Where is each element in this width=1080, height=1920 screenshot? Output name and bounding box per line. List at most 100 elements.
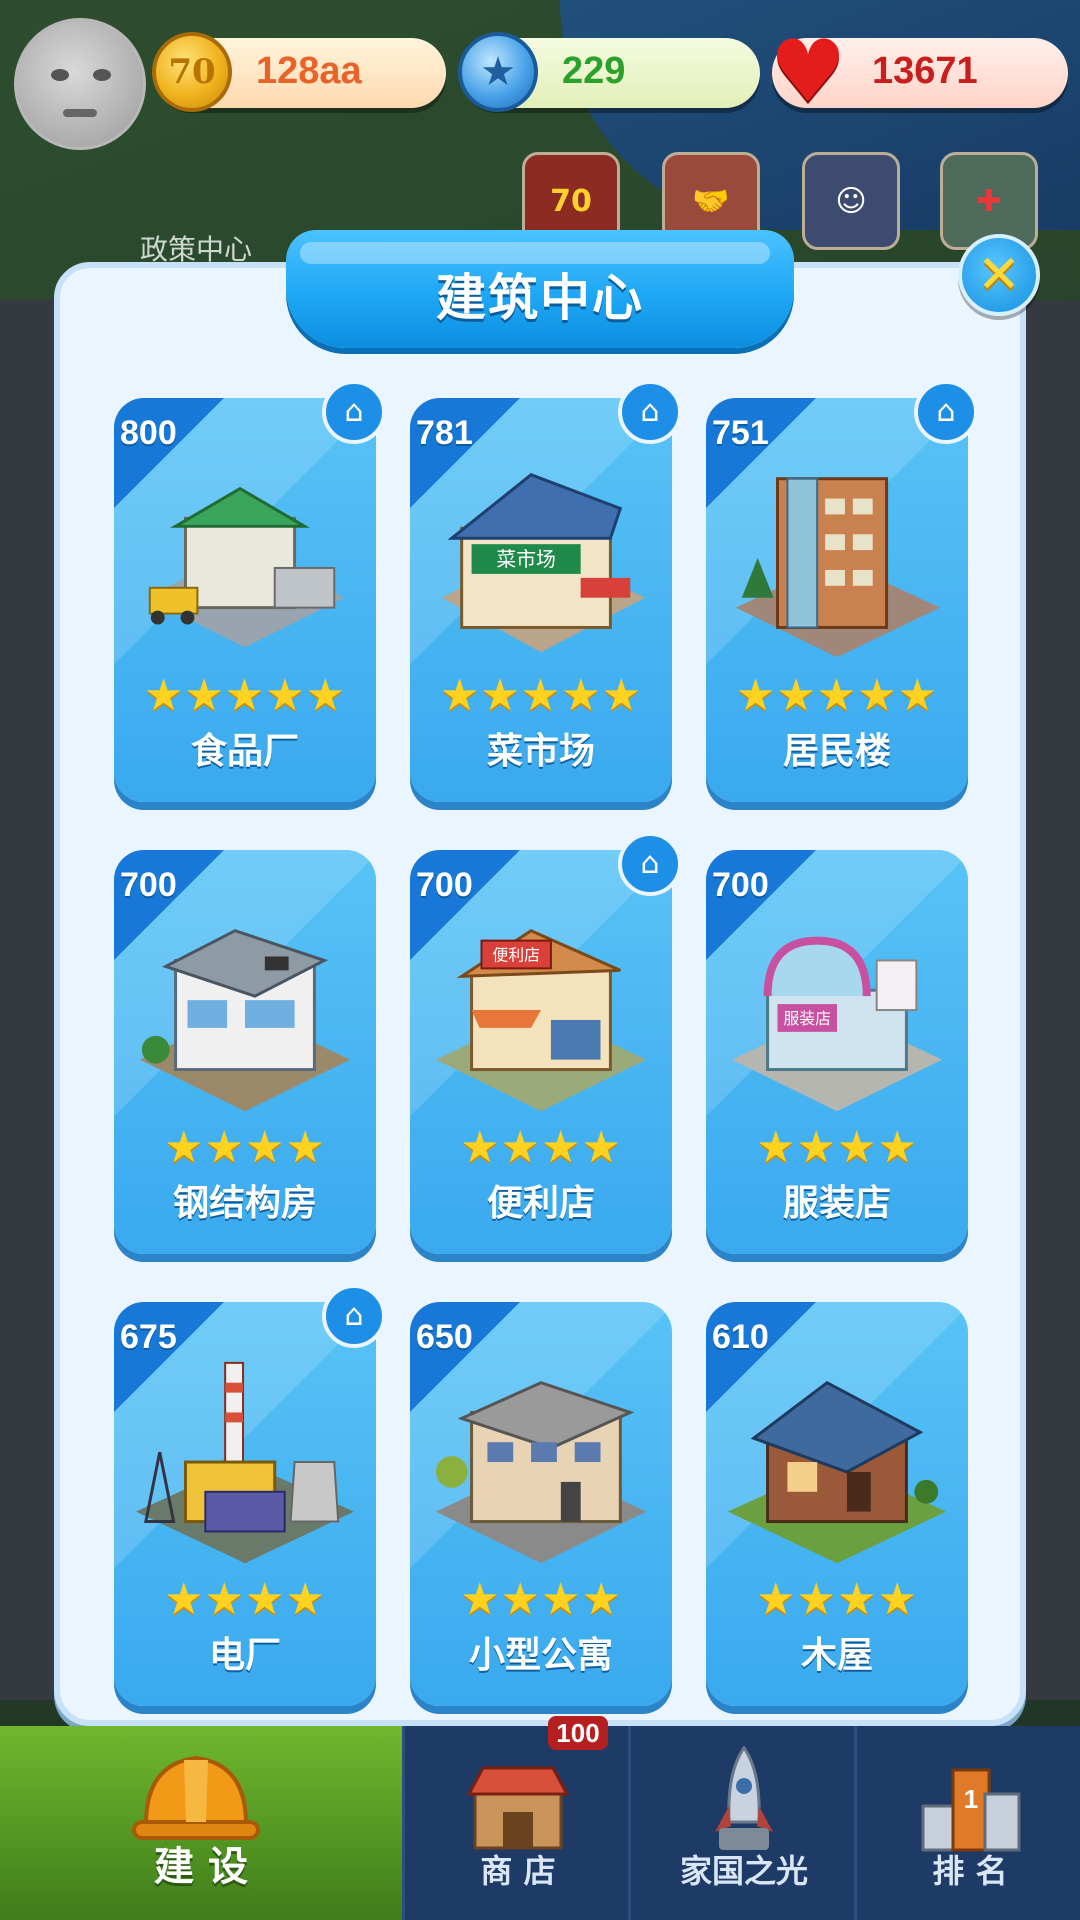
star-gem-icon: ★ bbox=[458, 32, 538, 112]
star-icon: ★ bbox=[796, 1122, 837, 1173]
building-name: 钢结构房 bbox=[172, 1183, 317, 1224]
close-icon: ✕ bbox=[977, 245, 1021, 305]
star-rating: ★★★★ bbox=[410, 1122, 672, 1173]
building-illustration bbox=[735, 477, 941, 658]
rocket-icon bbox=[715, 1745, 773, 1850]
svg-text:服装店: 服装店 bbox=[783, 1009, 831, 1028]
star-rating: ★★★★★ bbox=[410, 670, 672, 721]
building-illustration bbox=[435, 1381, 647, 1564]
star-icon: ★ bbox=[877, 1122, 918, 1173]
svg-text:便利店: 便利店 bbox=[492, 945, 540, 964]
star-rating: ★★★★ bbox=[114, 1122, 376, 1173]
star-icon: ★ bbox=[265, 670, 306, 721]
gem-counter[interactable]: ★ 229 bbox=[458, 32, 760, 112]
star-rating: ★★★★★ bbox=[114, 670, 376, 721]
star-icon: ★ bbox=[143, 670, 185, 721]
tab-national-glory-label: 家国之光 bbox=[679, 1852, 808, 1890]
star-icon: ★ bbox=[245, 1122, 286, 1173]
star-icon: ★ bbox=[816, 670, 858, 721]
building-name: 小型公寓 bbox=[468, 1635, 613, 1676]
building-card[interactable]: 700 服装店 ★★★★ 服装店 bbox=[706, 850, 968, 1254]
star-icon: ★ bbox=[184, 670, 225, 721]
star-icon: ★ bbox=[541, 1122, 582, 1173]
star-icon: ★ bbox=[776, 670, 817, 721]
building-card[interactable]: 800 ★★★★★ 食品厂 ⌂ bbox=[114, 380, 386, 802]
coin-icon: 70 bbox=[152, 32, 232, 112]
character-event-icon[interactable]: ☺ bbox=[802, 152, 900, 250]
star-icon: ★ bbox=[837, 1122, 878, 1173]
home-button[interactable]: ⌂ bbox=[322, 1284, 386, 1348]
shop-badge: 100 bbox=[548, 1716, 608, 1750]
podium-icon: 1 bbox=[921, 1768, 1021, 1852]
building-name: 木屋 bbox=[800, 1635, 873, 1676]
star-icon: ★ bbox=[164, 1122, 205, 1173]
home-icon: ⌂ bbox=[640, 394, 660, 429]
bottom-nav: 建 设 商 店 家国之光 1 排 名 bbox=[0, 1726, 1080, 1920]
building-card[interactable]: 675 ★★★★ 电厂 ⌂ bbox=[114, 1284, 386, 1706]
star-icon: ★ bbox=[164, 1574, 205, 1625]
player-avatar[interactable] bbox=[14, 18, 146, 150]
coin-counter[interactable]: 70 128aa bbox=[152, 32, 446, 112]
star-icon: ★ bbox=[224, 670, 266, 721]
coin-value: 128aa bbox=[256, 50, 362, 92]
building-name: 服装店 bbox=[782, 1183, 891, 1224]
star-icon: ★ bbox=[541, 1574, 582, 1625]
shop-icon bbox=[466, 1766, 570, 1850]
building-name: 居民楼 bbox=[782, 731, 891, 772]
star-icon: ★ bbox=[285, 1574, 326, 1625]
star-icon: ★ bbox=[460, 1122, 501, 1173]
star-rating: ★★★★ bbox=[114, 1574, 376, 1625]
star-icon: ★ bbox=[561, 670, 602, 721]
building-card[interactable]: 610 ★★★★ 木屋 bbox=[706, 1302, 968, 1706]
star-icon: ★ bbox=[735, 670, 777, 721]
star-icon: ★ bbox=[480, 670, 521, 721]
home-icon: ⌂ bbox=[640, 846, 660, 881]
tab-national-glory[interactable]: 家国之光 bbox=[628, 1726, 857, 1920]
home-button[interactable]: ⌂ bbox=[618, 832, 682, 896]
tab-ranking[interactable]: 1 排 名 bbox=[854, 1726, 1080, 1920]
tab-shop[interactable]: 商 店 bbox=[402, 1726, 631, 1920]
star-icon: ★ bbox=[204, 1122, 245, 1173]
heart-icon: ♥ bbox=[769, 22, 847, 122]
close-button[interactable]: ✕ bbox=[958, 234, 1040, 316]
building-illustration bbox=[139, 929, 351, 1112]
tab-build[interactable]: 建 设 bbox=[0, 1726, 402, 1920]
building-illustration: 便利店 bbox=[435, 929, 647, 1112]
gem-value: 229 bbox=[562, 50, 626, 92]
star-rating: ★★★★★ bbox=[706, 670, 968, 721]
star-icon: ★ bbox=[581, 1574, 622, 1625]
star-icon: ★ bbox=[245, 1574, 286, 1625]
building-illustration: 菜市场 bbox=[441, 473, 646, 653]
tab-ranking-label: 排 名 bbox=[932, 1852, 1008, 1890]
building-name: 电厂 bbox=[208, 1635, 281, 1676]
heart-value: 13671 bbox=[872, 50, 978, 92]
star-icon: ★ bbox=[756, 1122, 797, 1173]
home-button[interactable]: ⌂ bbox=[322, 380, 386, 444]
home-button[interactable]: ⌂ bbox=[914, 380, 978, 444]
building-name: 食品厂 bbox=[190, 731, 299, 772]
svg-text:1: 1 bbox=[964, 1784, 978, 1814]
heart-counter[interactable]: ♥ 13671 bbox=[769, 29, 1068, 115]
home-icon: ⌂ bbox=[936, 394, 956, 429]
star-icon: ★ bbox=[897, 670, 939, 721]
panel-title-banner: 建筑中心 bbox=[286, 230, 794, 348]
star-rating: ★★★★ bbox=[706, 1574, 968, 1625]
building-illustration bbox=[145, 486, 345, 648]
building-name: 菜市场 bbox=[486, 731, 595, 772]
tab-shop-label: 商 店 bbox=[480, 1852, 556, 1890]
building-card[interactable]: 751 ★★★★★ 居民楼 ⌂ bbox=[706, 380, 978, 802]
home-button[interactable]: ⌂ bbox=[618, 380, 682, 444]
building-illustration bbox=[727, 1380, 947, 1564]
star-icon: ★ bbox=[500, 1122, 541, 1173]
building-card[interactable]: 700 便利店 ★★★★ 便利店 ⌂ bbox=[410, 832, 682, 1254]
building-card[interactable]: 781 菜市场 ★★★★★ 菜市场 ⌂ bbox=[410, 380, 682, 802]
star-rating: ★★★★ bbox=[410, 1574, 672, 1625]
building-card[interactable]: 650 ★★★★ 小型公寓 bbox=[410, 1302, 672, 1706]
star-icon: ★ bbox=[756, 1574, 797, 1625]
star-icon: ★ bbox=[439, 670, 481, 721]
star-icon: ★ bbox=[877, 1574, 918, 1625]
panel-title: 建筑中心 bbox=[436, 269, 644, 327]
star-icon: ★ bbox=[581, 1122, 622, 1173]
building-card[interactable]: 700 ★★★★ 钢结构房 bbox=[114, 850, 376, 1254]
star-icon: ★ bbox=[837, 1574, 878, 1625]
